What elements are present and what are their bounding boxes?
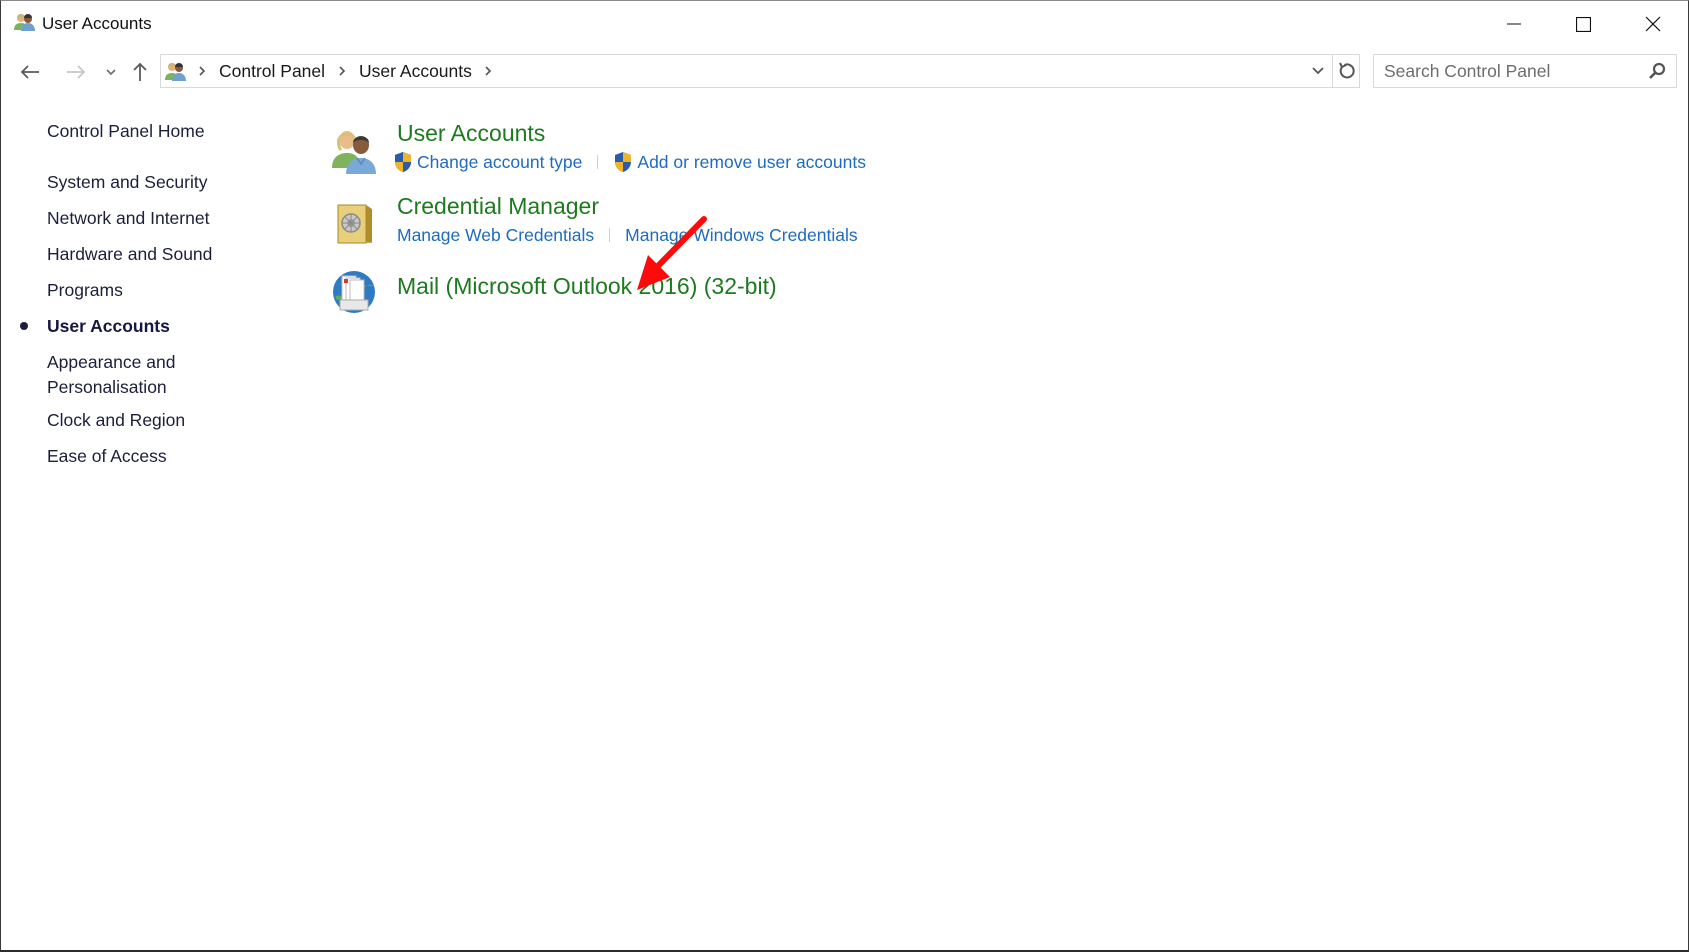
search-icon[interactable] <box>1648 62 1666 80</box>
search-box[interactable] <box>1373 54 1677 88</box>
users-icon[interactable] <box>330 126 378 174</box>
sidebar-item-network-and-internet[interactable]: Network and Internet <box>47 206 209 231</box>
sidebar-item-system-and-security[interactable]: System and Security <box>47 170 207 195</box>
category-title-user-accounts[interactable]: User Accounts <box>397 118 545 148</box>
add-or-remove-user-accounts-link[interactable]: Add or remove user accounts <box>637 150 866 174</box>
maximize-button[interactable] <box>1548 1 1618 47</box>
chevron-down-icon <box>106 68 116 75</box>
up-arrow-icon <box>133 62 147 81</box>
close-button[interactable] <box>1618 1 1688 47</box>
back-button[interactable] <box>15 57 45 87</box>
uac-shield-icon <box>615 152 632 172</box>
address-dropdown-button[interactable] <box>1304 55 1332 87</box>
breadcrumb-separator[interactable] <box>191 66 213 76</box>
sidebar-item-control-panel-home[interactable]: Control Panel Home <box>47 119 205 144</box>
user-accounts-icon <box>165 62 186 81</box>
sidebar-item-appearance-and-personalisation[interactable]: Appearance and Personalisation <box>47 350 175 400</box>
link-separator <box>597 155 599 169</box>
breadcrumb: Control Panel User Accounts <box>191 55 500 87</box>
active-indicator-bullet <box>20 322 28 330</box>
link-separator <box>609 228 611 242</box>
vault-icon[interactable] <box>330 199 378 247</box>
category-links-credential-manager: Manage Web Credentials Manage Windows Cr… <box>397 223 858 247</box>
forward-button[interactable] <box>61 57 91 87</box>
back-arrow-icon <box>20 65 39 79</box>
sidebar-item-hardware-and-sound[interactable]: Hardware and Sound <box>47 242 212 267</box>
chevron-right-icon <box>198 66 205 76</box>
forward-arrow-icon <box>67 65 86 79</box>
window-title: User Accounts <box>42 14 152 33</box>
breadcrumb-separator[interactable] <box>478 66 500 76</box>
sidebar-item-user-accounts[interactable]: User Accounts <box>47 314 170 339</box>
address-bar[interactable]: Control Panel User Accounts <box>160 54 1360 88</box>
sidebar-item-ease-of-access[interactable]: Ease of Access <box>47 444 167 469</box>
user-accounts-icon <box>14 13 35 31</box>
manage-windows-credentials-link[interactable]: Manage Windows Credentials <box>625 223 857 247</box>
sidebar-item-label-line1: Appearance and <box>47 352 176 372</box>
sidebar-item-programs[interactable]: Programs <box>47 278 123 303</box>
category-links-user-accounts: Change account type Add or remove user a… <box>393 150 866 174</box>
recent-locations-button[interactable] <box>102 57 120 87</box>
breadcrumb-control-panel[interactable]: Control Panel <box>213 61 331 82</box>
change-account-type-link[interactable]: Change account type <box>417 150 582 174</box>
manage-web-credentials-link[interactable]: Manage Web Credentials <box>397 223 594 247</box>
red-annotation-arrow <box>637 216 707 290</box>
refresh-icon <box>1338 62 1355 79</box>
close-icon <box>1645 16 1661 32</box>
mail-icon[interactable] <box>330 268 378 316</box>
control-panel-window: User Accounts Control Panel User Account… <box>0 0 1689 952</box>
minimize-button[interactable] <box>1479 1 1549 47</box>
category-title-credential-manager[interactable]: Credential Manager <box>397 191 599 221</box>
breadcrumb-user-accounts[interactable]: User Accounts <box>353 61 478 82</box>
uac-shield-icon <box>395 152 411 172</box>
search-input[interactable] <box>1374 55 1634 87</box>
category-title-mail[interactable]: Mail (Microsoft Outlook 2016) (32-bit) <box>397 271 777 301</box>
sidebar-item-clock-and-region[interactable]: Clock and Region <box>47 408 185 433</box>
chevron-down-icon <box>1312 67 1324 75</box>
maximize-icon <box>1575 16 1591 32</box>
sidebar-item-label-line2: Personalisation <box>47 377 167 397</box>
chevron-right-icon <box>485 66 492 76</box>
up-button[interactable] <box>126 57 154 87</box>
chevron-right-icon <box>338 66 345 76</box>
breadcrumb-separator[interactable] <box>331 66 353 76</box>
minimize-icon <box>1507 23 1521 25</box>
refresh-button[interactable] <box>1332 55 1360 87</box>
title-bar[interactable]: User Accounts <box>1 1 1688 47</box>
